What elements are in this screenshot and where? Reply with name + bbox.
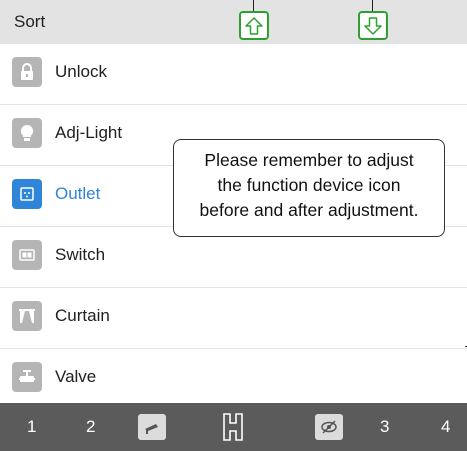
page-title: Sort [14, 12, 46, 31]
move-down-button[interactable] [358, 11, 388, 40]
curtain-icon [12, 301, 42, 331]
switch-icon [12, 240, 42, 270]
lock-icon [12, 57, 42, 87]
hidden-eye-icon[interactable] [315, 414, 343, 440]
arrow-down-icon [364, 16, 382, 35]
tab-3[interactable]: 3 [380, 417, 389, 437]
list-item-label: Valve [55, 367, 97, 386]
footer-tab-bar: 1 2 3 4 [0, 403, 467, 451]
list-item-unlock[interactable]: Unlock [0, 44, 467, 105]
outlet-icon [12, 179, 42, 209]
building-icon[interactable] [221, 411, 245, 443]
tab-4[interactable]: 4 [441, 417, 450, 437]
instruction-callout: Please remember to adjust the function d… [173, 139, 445, 237]
list-item-label: Unlock [55, 62, 107, 81]
list-item-label: Switch [55, 245, 106, 264]
callout-line: Please remember to adjust [204, 150, 414, 170]
callout-line: before and after adjustment. [199, 200, 419, 220]
tab-2[interactable]: 2 [86, 417, 95, 437]
header-bar: Sort [0, 0, 467, 44]
list-item-label: Curtain [55, 306, 110, 325]
list-item-label: Adj-Light [55, 123, 123, 142]
callout-leader-line [372, 0, 373, 11]
callout-leader-line [253, 0, 254, 11]
arrow-up-icon [245, 16, 263, 35]
valve-icon [12, 362, 42, 392]
list-item-valve[interactable]: Valve [0, 349, 467, 410]
move-up-button[interactable] [239, 11, 269, 40]
tab-1[interactable]: 1 [27, 417, 36, 437]
lightbulb-icon [12, 118, 42, 148]
callout-line: the function device icon [217, 175, 401, 195]
list-item-label: Outlet [55, 184, 101, 203]
camera-icon[interactable] [138, 414, 166, 440]
list-item-curtain[interactable]: Curtain [0, 288, 467, 349]
